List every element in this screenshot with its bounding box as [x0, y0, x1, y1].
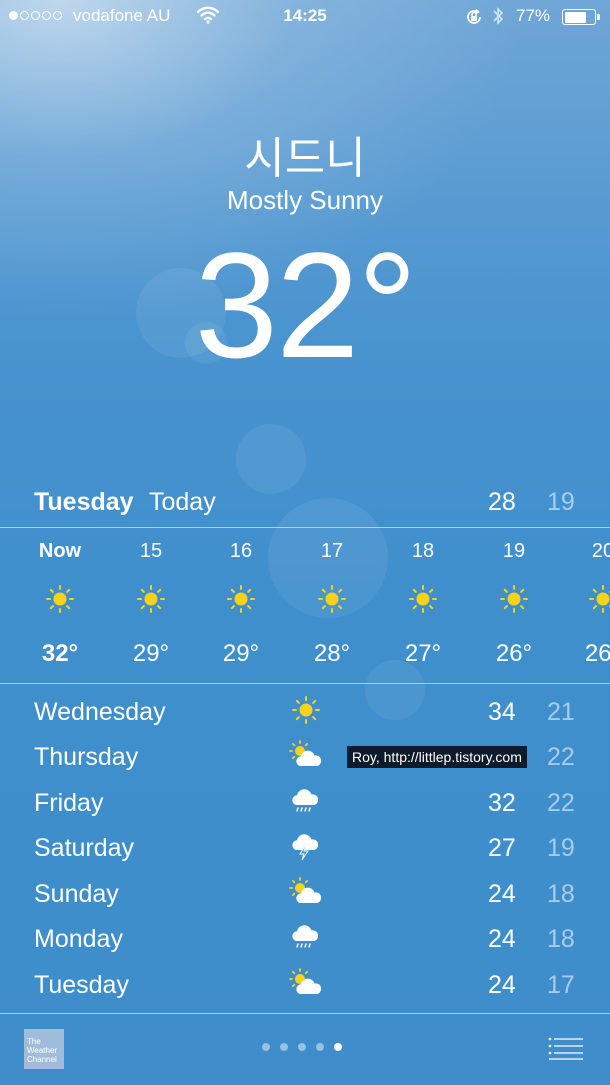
- day-name: Monday: [34, 925, 123, 953]
- hour-temperature: 29°: [222, 640, 260, 667]
- divider: [0, 683, 610, 684]
- hour-time: 19: [502, 540, 526, 562]
- daily-forecast-row: Monday 24 18: [0, 925, 610, 965]
- daily-forecast-row: Friday 32 22: [0, 789, 610, 829]
- hour-time: 17: [320, 540, 344, 562]
- day-high: 34: [488, 698, 516, 726]
- page-dot-active[interactable]: [334, 1043, 342, 1051]
- hour-time: Now: [38, 540, 82, 562]
- day-low: 18: [547, 880, 575, 908]
- hour-temperature: 27°: [404, 640, 442, 667]
- hourly-forecast[interactable]: Now 32° 15 29° 16 29° 17 28° 18 27° 19 2…: [0, 528, 610, 683]
- watermark-label: Roy, http://littlep.tistory.com: [347, 746, 527, 768]
- rotation-lock-icon: [467, 8, 481, 24]
- day-low: 17: [547, 971, 575, 999]
- page-dot[interactable]: [262, 1043, 270, 1051]
- page-dot[interactable]: [316, 1043, 324, 1051]
- sun-icon: [292, 696, 320, 724]
- bluetooth-icon: [493, 7, 504, 25]
- hour-time: 18: [411, 540, 435, 562]
- hour-time: 16: [229, 540, 253, 562]
- hour-temperature: 28°: [313, 640, 351, 667]
- weather-channel-logo[interactable]: The Weather Channel: [24, 1029, 64, 1069]
- current-temperature: 32°: [194, 221, 418, 389]
- hour-time: 20: [591, 540, 610, 562]
- day-high: 24: [488, 925, 516, 953]
- day-low: 21: [547, 698, 575, 726]
- hour-temperature: 29°: [132, 640, 170, 667]
- rain-cloud-icon: [292, 789, 319, 812]
- day-low: 18: [547, 925, 575, 953]
- status-bar: vodafone AU 14:25 77%: [0, 0, 610, 34]
- hour-temperature: 26°: [495, 640, 533, 667]
- today-day: Tuesday: [34, 488, 134, 516]
- sun-icon: [227, 585, 255, 613]
- day-high: 32: [488, 789, 516, 817]
- hour-temperature: 32°: [41, 640, 79, 667]
- rain-cloud-icon: [292, 925, 319, 948]
- hour-time: 15: [139, 540, 163, 562]
- day-name: Thursday: [34, 743, 139, 771]
- weather-condition: Mostly Sunny: [226, 185, 384, 215]
- day-high: 24: [488, 880, 516, 908]
- sun-icon: [46, 585, 74, 613]
- today-high: 28: [488, 488, 516, 516]
- partly-cloudy-icon: [289, 740, 322, 766]
- day-low: 22: [547, 743, 575, 771]
- today-label: Today: [149, 488, 216, 516]
- daily-forecast-row: Sunday 24 18: [0, 877, 610, 920]
- page-indicator[interactable]: [262, 1043, 342, 1051]
- city-name: 시드니: [244, 134, 366, 183]
- sun-icon: [409, 585, 437, 613]
- day-high: 27: [488, 834, 516, 862]
- battery-percentage: 77%: [516, 6, 551, 25]
- thunderstorm-icon: [292, 834, 319, 861]
- day-name: Sunday: [34, 880, 119, 908]
- today-summary: Tuesday Today 28 19: [0, 488, 610, 524]
- lens-flare: [236, 424, 306, 494]
- partly-cloudy-icon: [289, 968, 322, 994]
- page-dot[interactable]: [298, 1043, 306, 1051]
- partly-cloudy-icon: [289, 877, 322, 903]
- day-low: 22: [547, 789, 575, 817]
- day-low: 19: [547, 834, 575, 862]
- sun-icon: [500, 585, 528, 613]
- day-name: Wednesday: [34, 698, 166, 726]
- city-list-icon[interactable]: [548, 1037, 584, 1061]
- daily-forecast-row: Wednesday 34 21: [0, 696, 610, 738]
- page-dot[interactable]: [280, 1043, 288, 1051]
- daily-forecast-row: Saturday 27 19: [0, 834, 610, 874]
- hour-temperature: 26°: [584, 640, 610, 667]
- bottom-toolbar: The Weather Channel: [0, 1013, 610, 1085]
- day-high: 24: [488, 971, 516, 999]
- sun-icon: [137, 585, 165, 613]
- sun-icon: [589, 585, 610, 613]
- today-low: 19: [547, 488, 575, 516]
- day-name: Friday: [34, 789, 104, 817]
- battery-icon: [562, 9, 600, 25]
- day-name: Saturday: [34, 834, 135, 862]
- day-name: Tuesday: [34, 971, 129, 999]
- daily-forecast-row: Tuesday 24 17: [0, 968, 610, 1011]
- sun-icon: [318, 585, 346, 613]
